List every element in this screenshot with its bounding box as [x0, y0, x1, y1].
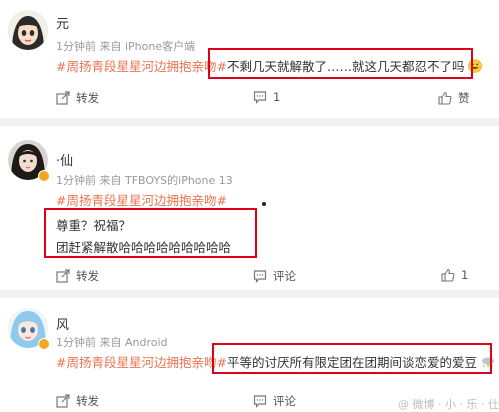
- comment-icon: [253, 90, 267, 104]
- post-separator: [0, 290, 499, 298]
- anime-avatar-icon: [8, 10, 48, 50]
- watermark: @ 微博 · 小 · 乐 · 仕: [398, 398, 499, 411]
- comment-count: 1: [273, 90, 281, 104]
- comment-button[interactable]: 评论: [253, 268, 296, 284]
- repost-icon: [56, 269, 70, 283]
- repost-label: 转发: [76, 91, 99, 105]
- repost-button[interactable]: 转发: [56, 268, 99, 284]
- topic-link[interactable]: #周扬青段星星河边拥抱亲吻#: [56, 59, 227, 74]
- repost-button[interactable]: 转发: [56, 90, 99, 106]
- like-button[interactable]: 1: [441, 268, 468, 282]
- verified-badge-icon: [38, 338, 50, 350]
- like-button[interactable]: 赞: [438, 90, 470, 106]
- repost-label: 转发: [76, 269, 99, 283]
- username[interactable]: 元: [56, 13, 69, 32]
- username[interactable]: ·仙: [56, 150, 73, 169]
- weibo-post-3: 风 1分钟前 来自 Android #周扬青段星星河边拥抱亲吻#平等的讨厌所有限…: [0, 298, 499, 412]
- repost-button[interactable]: 转发: [56, 393, 99, 409]
- username[interactable]: 风: [56, 314, 69, 333]
- comment-button[interactable]: 1: [253, 90, 280, 104]
- post-meta: 1分钟前 来自 iPhone客户端: [56, 40, 196, 53]
- repost-icon: [56, 394, 70, 408]
- user-avatar[interactable]: [8, 10, 48, 50]
- highlight-box: [212, 343, 492, 374]
- comment-button[interactable]: 评论: [253, 393, 296, 409]
- weibo-post-2: ·仙 1分钟前 来自 TFBOYS的iPhone 13 #周扬青段星星河边拥抱亲…: [0, 126, 499, 290]
- highlight-box: [44, 208, 257, 258]
- comment-label: 评论: [273, 269, 296, 283]
- like-count: 1: [461, 268, 469, 282]
- highlight-box: [208, 48, 473, 79]
- post-meta: 1分钟前 来自 Android: [56, 336, 168, 349]
- post-separator: [0, 118, 499, 126]
- stray-dot: [262, 202, 266, 206]
- topic-link[interactable]: #周扬青段星星河边拥抱亲吻#: [56, 355, 227, 370]
- post-meta: 1分钟前 来自 TFBOYS的iPhone 13: [56, 174, 233, 187]
- verified-badge-icon: [38, 170, 50, 182]
- comment-label: 评论: [273, 394, 296, 408]
- comment-icon: [253, 269, 267, 283]
- weibo-post-1: 元 1分钟前 来自 iPhone客户端 #周扬青段星星河边拥抱亲吻#不剩几天就解…: [0, 0, 499, 118]
- like-label: 赞: [458, 91, 470, 105]
- comment-icon: [253, 394, 267, 408]
- post-body-topic: #周扬青段星星河边拥抱亲吻#: [56, 190, 227, 209]
- repost-label: 转发: [76, 394, 99, 408]
- repost-icon: [56, 91, 70, 105]
- thumbs-up-icon: [438, 91, 452, 105]
- topic-link[interactable]: #周扬青段星星河边拥抱亲吻#: [56, 193, 227, 208]
- thumbs-up-icon: [441, 268, 455, 282]
